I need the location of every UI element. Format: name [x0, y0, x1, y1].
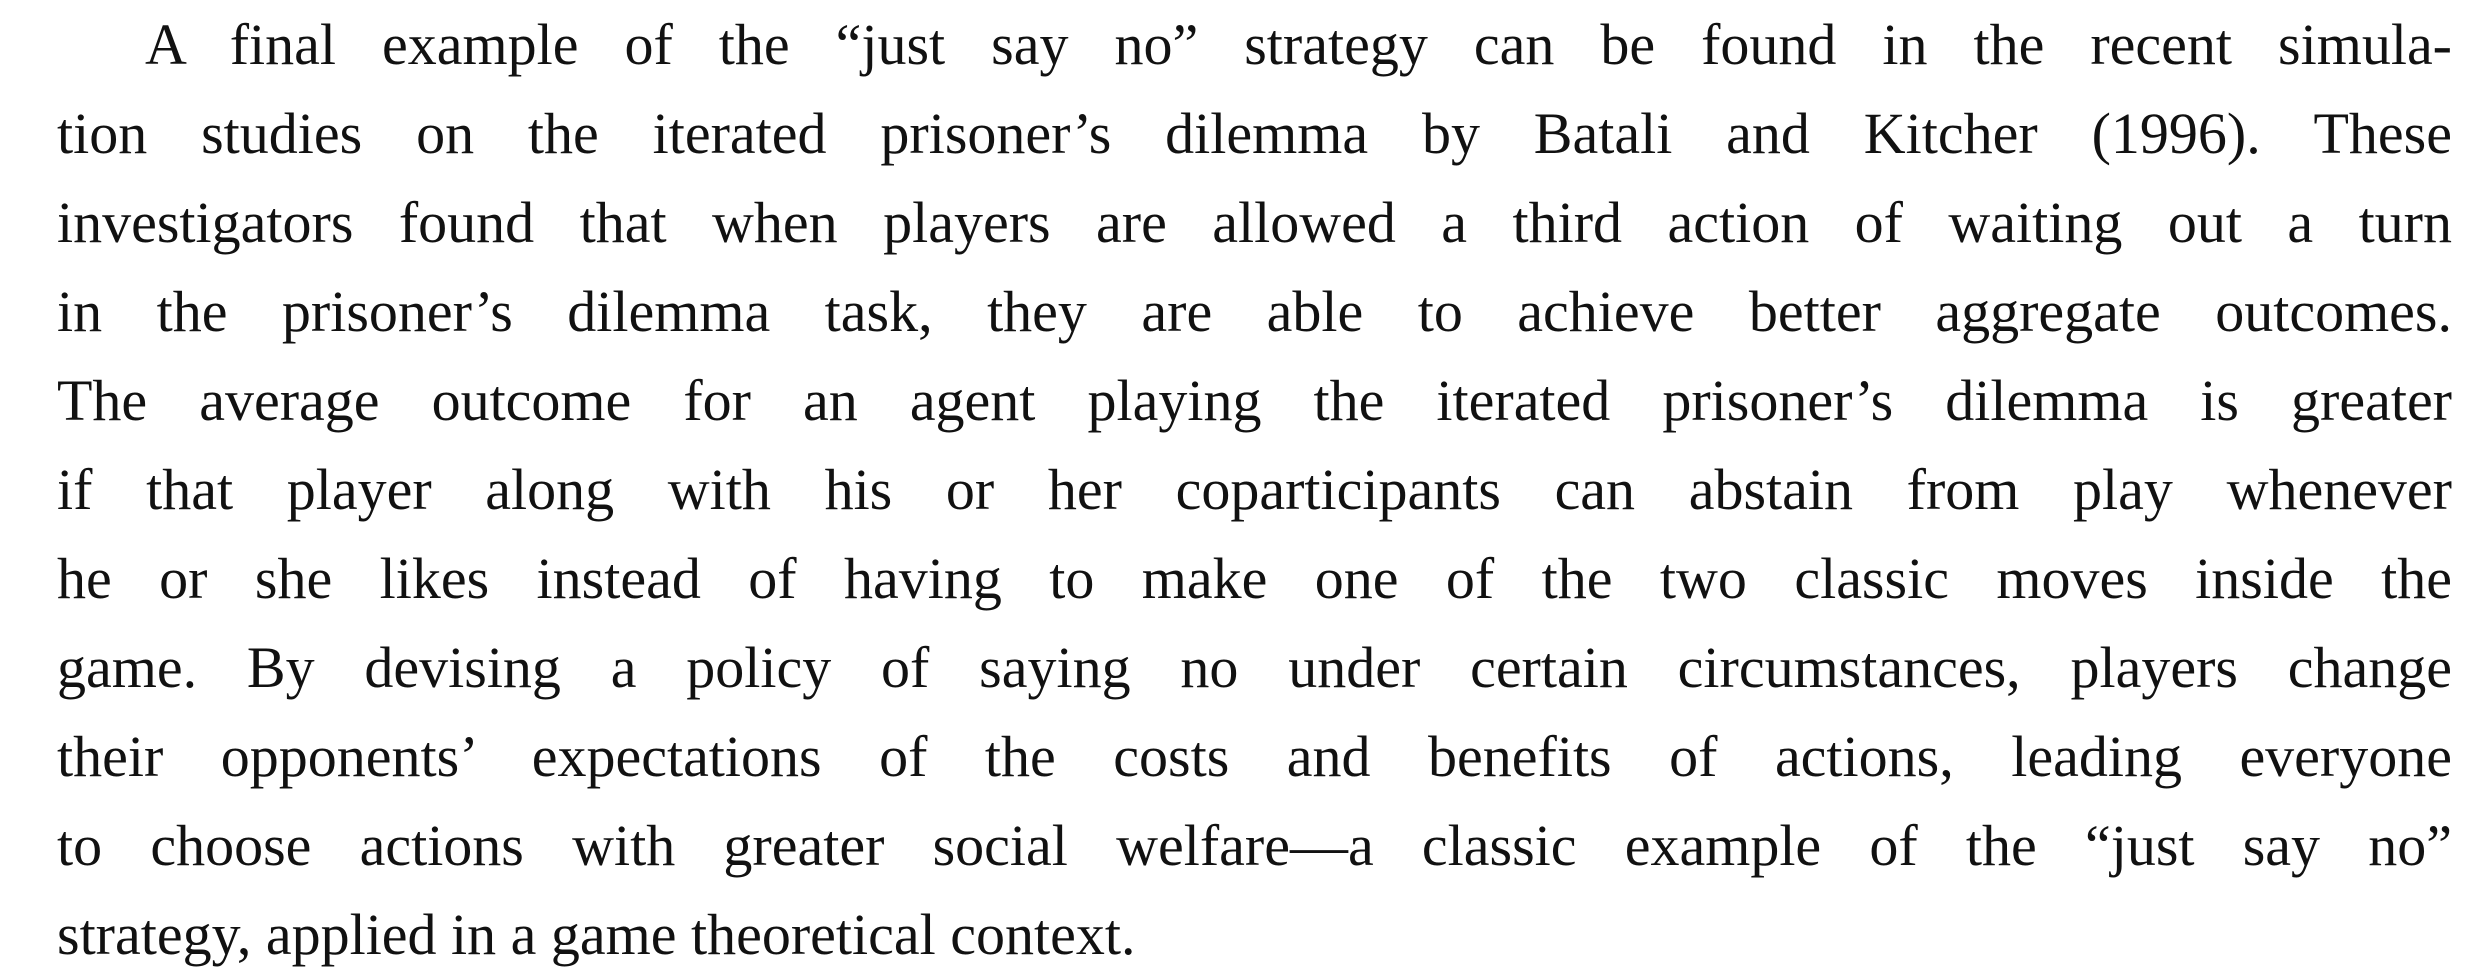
paragraph-line: game. By devising a policy of saying no …	[57, 635, 2452, 700]
paragraph-line: their opponents’ expectations of the cos…	[57, 724, 2452, 789]
paragraph-line: if that player along with his or her cop…	[57, 457, 2452, 522]
paragraph-line: The average outcome for an agent playing…	[57, 368, 2452, 433]
paragraph-line: investigators found that when players ar…	[57, 190, 2452, 255]
paragraph-line: A final example of the “just say no” str…	[145, 12, 2452, 77]
body-paragraph: A final example of the “just say no” str…	[57, 0, 2452, 979]
document-page: A final example of the “just say no” str…	[0, 0, 2483, 974]
paragraph-line: he or she likes instead of having to mak…	[57, 546, 2452, 611]
paragraph-line: tion studies on the iterated prisoner’s …	[57, 101, 2452, 166]
paragraph-line: to choose actions with greater social we…	[57, 813, 2452, 878]
paragraph-line: in the prisoner’s dilemma task, they are…	[57, 279, 2452, 344]
paragraph-line: strategy, applied in a game theoretical …	[57, 902, 1136, 967]
